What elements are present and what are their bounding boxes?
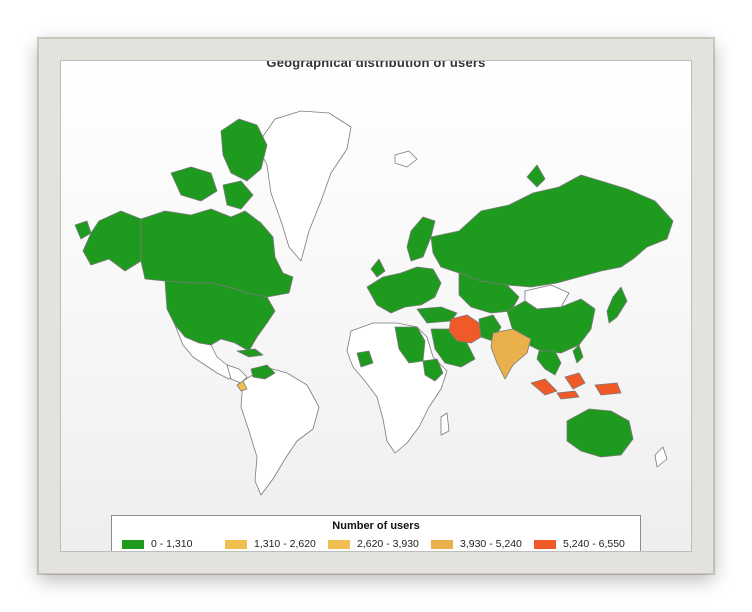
region-canada-arctic — [220, 118, 268, 182]
legend: Number of users 0 - 1,310 1,310 - 2,620 … — [111, 515, 641, 551]
legend-swatch — [431, 539, 453, 549]
region-south-america — [240, 366, 320, 496]
legend-swatch — [225, 539, 247, 549]
region-cuba — [236, 348, 264, 358]
legend-label: 0 - 1,310 — [151, 538, 193, 550]
region-alaska — [82, 210, 142, 272]
legend-item: 5,240 - 6,550 — [534, 538, 637, 550]
region-scandinavia — [406, 216, 436, 262]
region-indonesia-papua — [594, 382, 622, 396]
region-russia-islands — [526, 164, 546, 188]
legend-label: 2,620 - 3,930 — [357, 538, 419, 550]
region-alaska-tip — [74, 220, 92, 240]
legend-label: 5,240 - 6,550 — [563, 538, 625, 550]
region-indonesia-borneo — [564, 372, 586, 390]
region-uk — [370, 258, 386, 278]
region-india — [490, 328, 532, 380]
legend-label: 3,930 - 5,240 — [460, 538, 522, 550]
legend-swatch — [328, 539, 350, 549]
legend-item: 0 - 1,310 — [122, 538, 225, 550]
region-canada — [140, 208, 294, 298]
legend-item: 2,620 - 3,930 — [328, 538, 431, 550]
legend-items: 0 - 1,310 1,310 - 2,620 2,620 - 3,930 3,… — [112, 538, 640, 550]
region-canada-arctic-2 — [170, 166, 218, 202]
legend-label: 1,310 - 2,620 — [254, 538, 316, 550]
region-madagascar — [440, 412, 450, 436]
region-new-zealand — [654, 446, 668, 468]
region-canada-arctic-3 — [222, 180, 254, 210]
region-iceland — [394, 150, 418, 168]
legend-title: Number of users — [332, 520, 420, 532]
region-australia — [566, 408, 634, 458]
legend-item: 3,930 - 5,240 — [431, 538, 534, 550]
region-indonesia-java — [556, 390, 580, 400]
legend-swatch — [122, 539, 144, 549]
region-southeast-asia — [536, 350, 562, 376]
world-map — [74, 110, 674, 496]
legend-swatch — [534, 539, 556, 549]
region-japan — [606, 286, 628, 324]
legend-item: 1,310 - 2,620 — [225, 538, 328, 550]
region-russia — [430, 174, 674, 288]
region-philippines — [572, 344, 584, 364]
region-indonesia-sumatra — [530, 378, 558, 396]
region-africa — [346, 322, 448, 454]
chart-panel: Geographical distribution of users Numbe… — [60, 60, 692, 552]
